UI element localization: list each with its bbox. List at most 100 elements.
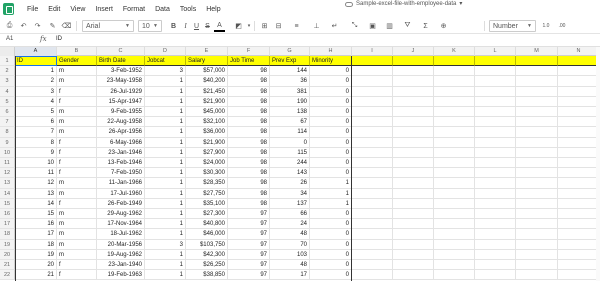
cell[interactable] bbox=[475, 209, 516, 220]
cell[interactable]: 98 bbox=[228, 137, 270, 148]
cell[interactable] bbox=[516, 76, 558, 87]
cell[interactable] bbox=[475, 66, 516, 77]
cell[interactable] bbox=[434, 178, 475, 189]
cell[interactable]: 19-Aug-1962 bbox=[97, 249, 145, 260]
cell[interactable] bbox=[434, 209, 475, 220]
cell[interactable]: 0 bbox=[310, 147, 352, 158]
name-box[interactable]: A1 bbox=[6, 36, 13, 42]
header-cell[interactable]: Birth Date bbox=[97, 56, 145, 67]
cell[interactable] bbox=[393, 127, 434, 138]
cell[interactable]: m bbox=[57, 66, 97, 77]
cell[interactable]: $46,000 bbox=[186, 229, 228, 240]
cell[interactable] bbox=[393, 96, 434, 107]
rotate-text-icon[interactable]: ⤡ bbox=[349, 20, 360, 32]
vertical-align-icon[interactable]: ⊥ bbox=[311, 20, 322, 32]
cell[interactable] bbox=[558, 76, 600, 87]
clear-format-icon[interactable]: ⌫ bbox=[61, 20, 72, 32]
cell[interactable]: 98 bbox=[228, 107, 270, 118]
cell[interactable] bbox=[558, 107, 600, 118]
cell[interactable]: 97 bbox=[228, 249, 270, 260]
header-cell[interactable]: Jobcat bbox=[145, 56, 186, 67]
cell[interactable]: 98 bbox=[228, 168, 270, 179]
cell[interactable] bbox=[393, 209, 434, 220]
cell[interactable] bbox=[393, 76, 434, 87]
cell[interactable]: 70 bbox=[270, 239, 310, 250]
cell[interactable]: 1 bbox=[145, 198, 186, 209]
cell[interactable]: 97 bbox=[228, 229, 270, 240]
cell[interactable]: 98 bbox=[228, 96, 270, 107]
cell[interactable] bbox=[475, 249, 516, 260]
cell[interactable] bbox=[558, 66, 600, 77]
cell[interactable]: $27,300 bbox=[186, 209, 228, 220]
cell[interactable]: 98 bbox=[228, 178, 270, 189]
fill-color-icon[interactable]: ◩ bbox=[233, 20, 244, 32]
cell[interactable] bbox=[475, 270, 516, 281]
cell[interactable]: f bbox=[57, 147, 97, 158]
text-color-icon[interactable]: A bbox=[214, 20, 225, 32]
cell[interactable] bbox=[475, 168, 516, 179]
cell[interactable] bbox=[434, 127, 475, 138]
column-header-b[interactable]: B bbox=[57, 47, 97, 56]
cell[interactable]: 1 bbox=[145, 229, 186, 240]
cell[interactable] bbox=[516, 229, 558, 240]
cell[interactable]: m bbox=[57, 239, 97, 250]
cell[interactable]: $27,900 bbox=[186, 147, 228, 158]
cell[interactable]: 0 bbox=[310, 249, 352, 260]
cell[interactable] bbox=[393, 249, 434, 260]
cell[interactable]: 97 bbox=[228, 239, 270, 250]
cell[interactable] bbox=[352, 76, 393, 87]
cell[interactable] bbox=[516, 117, 558, 128]
cell[interactable]: 143 bbox=[270, 168, 310, 179]
cell[interactable] bbox=[434, 239, 475, 250]
cell[interactable] bbox=[516, 239, 558, 250]
column-header-l[interactable]: L bbox=[475, 47, 516, 56]
cell[interactable]: 20-Mar-1956 bbox=[97, 239, 145, 250]
header-cell[interactable] bbox=[516, 56, 558, 67]
insert-image-icon[interactable]: ▣ bbox=[367, 20, 378, 32]
cell[interactable]: 0 bbox=[310, 66, 352, 77]
cell[interactable] bbox=[352, 66, 393, 77]
cell[interactable] bbox=[352, 96, 393, 107]
cell[interactable]: 138 bbox=[270, 107, 310, 118]
column-header-h[interactable]: H bbox=[310, 47, 352, 56]
cell[interactable] bbox=[475, 147, 516, 158]
cell[interactable] bbox=[516, 96, 558, 107]
redo-icon[interactable]: ↷ bbox=[32, 20, 43, 32]
cell[interactable]: $36,000 bbox=[186, 127, 228, 138]
merge-cells-icon[interactable]: ⊟ bbox=[273, 20, 284, 32]
cell[interactable] bbox=[558, 168, 600, 179]
cell[interactable]: m bbox=[57, 127, 97, 138]
cell[interactable]: 24 bbox=[270, 219, 310, 230]
cell[interactable]: 1 bbox=[145, 249, 186, 260]
cell[interactable]: $40,200 bbox=[186, 76, 228, 87]
cell[interactable] bbox=[558, 96, 600, 107]
cell[interactable]: m bbox=[57, 107, 97, 118]
header-cell[interactable] bbox=[475, 56, 516, 67]
cell[interactable]: 10 bbox=[15, 158, 57, 169]
sheets-logo-icon[interactable] bbox=[3, 3, 14, 15]
cell[interactable] bbox=[558, 209, 600, 220]
cell[interactable] bbox=[393, 117, 434, 128]
cell[interactable] bbox=[352, 209, 393, 220]
cell[interactable] bbox=[558, 229, 600, 240]
cell[interactable]: $24,000 bbox=[186, 158, 228, 169]
cell[interactable]: 1 bbox=[145, 96, 186, 107]
decrease-decimal-button[interactable]: 1.0 bbox=[540, 20, 552, 32]
cell[interactable]: 1 bbox=[145, 168, 186, 179]
cell[interactable] bbox=[558, 198, 600, 209]
column-header-j[interactable]: J bbox=[393, 47, 434, 56]
cell[interactable] bbox=[516, 178, 558, 189]
cell[interactable]: 11 bbox=[15, 168, 57, 179]
cell[interactable] bbox=[558, 270, 600, 281]
cell[interactable] bbox=[352, 168, 393, 179]
cell[interactable] bbox=[516, 249, 558, 260]
font-family-select[interactable]: Arial ▼ bbox=[82, 20, 134, 32]
calculator-icon[interactable]: ⊕ bbox=[438, 20, 449, 32]
cell[interactable] bbox=[475, 137, 516, 148]
cell[interactable]: 29-Aug-1962 bbox=[97, 209, 145, 220]
column-header-i[interactable]: I bbox=[352, 47, 393, 56]
cell[interactable] bbox=[516, 188, 558, 199]
cell[interactable]: 98 bbox=[228, 127, 270, 138]
cell[interactable]: 19 bbox=[15, 249, 57, 260]
cell[interactable] bbox=[393, 158, 434, 169]
